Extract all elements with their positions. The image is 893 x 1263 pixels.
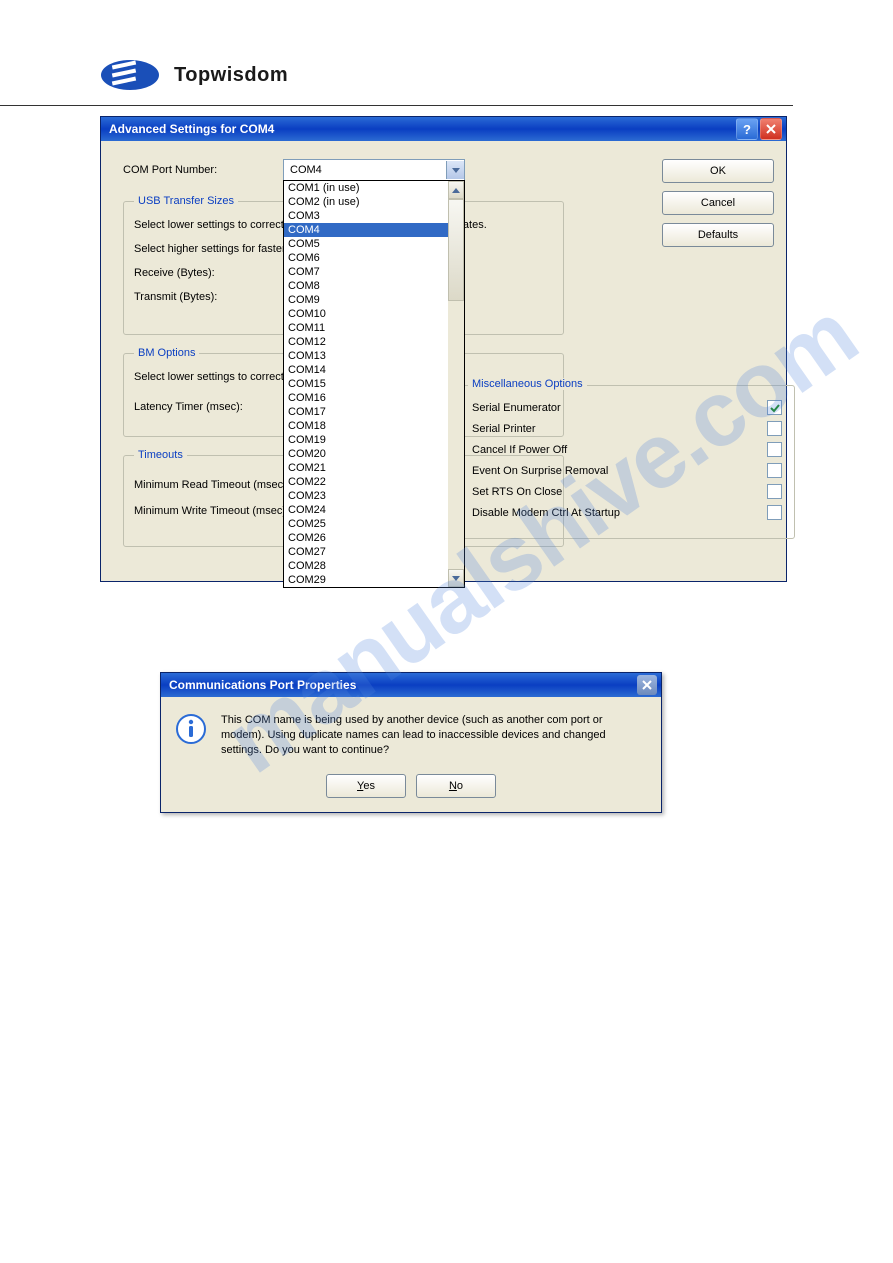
misc-option-label: Cancel If Power Off [472,444,567,456]
misc-legend: Miscellaneous Options [468,378,587,390]
comport-label: COM Port Number: [123,164,283,176]
dropdown-option[interactable]: COM2 (in use) [284,195,448,209]
scroll-up-icon[interactable] [448,181,464,199]
dropdown-option[interactable]: COM15 [284,377,448,391]
dropdown-option[interactable]: COM21 [284,461,448,475]
dropdown-option[interactable]: COM16 [284,391,448,405]
dropdown-option[interactable]: COM18 [284,419,448,433]
advanced-settings-window: Advanced Settings for COM4 ? COM Port Nu… [100,116,787,582]
misc-option-row: Cancel If Power Off [472,442,782,457]
dropdown-option[interactable]: COM23 [284,489,448,503]
dropdown-option[interactable]: COM27 [284,545,448,559]
window-title: Advanced Settings for COM4 [109,122,736,136]
dropdown-option[interactable]: COM22 [284,475,448,489]
comport-dropdown-list[interactable]: COM1 (in use)COM2 (in use)COM3COM4COM5CO… [283,180,465,588]
dropdown-option[interactable]: COM28 [284,559,448,573]
dropdown-option[interactable]: COM17 [284,405,448,419]
close-button[interactable] [637,675,657,695]
dropdown-option[interactable]: COM11 [284,321,448,335]
misc-option-row: Serial Enumerator [472,400,782,415]
help-button[interactable]: ? [736,118,758,140]
misc-option-label: Set RTS On Close [472,486,562,498]
yes-button[interactable]: Yes [326,774,406,798]
chevron-down-icon[interactable] [446,161,464,179]
dropdown-option[interactable]: COM5 [284,237,448,251]
checkbox[interactable] [767,463,782,478]
dropdown-option[interactable]: COM3 [284,209,448,223]
dropdown-option[interactable]: COM7 [284,265,448,279]
checkbox[interactable] [767,421,782,436]
dropdown-option[interactable]: COM26 [284,531,448,545]
cancel-button[interactable]: Cancel [662,191,774,215]
checkbox[interactable] [767,505,782,520]
checkbox[interactable] [767,484,782,499]
dropdown-option[interactable]: COM9 [284,293,448,307]
titlebar: Advanced Settings for COM4 ? [101,117,786,141]
comport-value: COM4 [284,164,446,176]
misc-option-label: Serial Printer [472,423,536,435]
topwisdom-logo-icon [100,55,160,95]
dropdown-option[interactable]: COM13 [284,349,448,363]
dropdown-option[interactable]: COM24 [284,503,448,517]
dropdown-option[interactable]: COM25 [284,517,448,531]
titlebar: Communications Port Properties [161,673,661,697]
dropdown-option[interactable]: COM8 [284,279,448,293]
dropdown-option[interactable]: COM14 [284,363,448,377]
timeouts-legend: Timeouts [134,449,187,461]
com-port-properties-dialog: Communications Port Properties This COM … [160,672,662,813]
scrollbar[interactable] [448,181,464,587]
bm-legend: BM Options [134,347,199,359]
comport-combo[interactable]: COM4 [283,159,465,181]
brand-name: Topwisdom [174,64,288,87]
dropdown-option[interactable]: COM20 [284,447,448,461]
dropdown-option[interactable]: COM4 [284,223,448,237]
defaults-button[interactable]: Defaults [662,223,774,247]
dropdown-option[interactable]: COM1 (in use) [284,181,448,195]
scroll-thumb[interactable] [448,199,464,301]
message-text: This COM name is being used by another d… [221,713,647,758]
misc-option-label: Event On Surprise Removal [472,465,608,477]
checkbox[interactable] [767,400,782,415]
misc-option-row: Disable Modem Ctrl At Startup [472,505,782,520]
window-title: Communications Port Properties [169,678,637,692]
misc-option-row: Set RTS On Close [472,484,782,499]
close-button[interactable] [760,118,782,140]
ok-button[interactable]: OK [662,159,774,183]
checkbox[interactable] [767,442,782,457]
misc-option-label: Disable Modem Ctrl At Startup [472,507,620,519]
info-icon [175,713,207,745]
scroll-down-icon[interactable] [448,569,464,587]
dropdown-option[interactable]: COM6 [284,251,448,265]
misc-option-row: Serial Printer [472,421,782,436]
misc-option-row: Event On Surprise Removal [472,463,782,478]
dropdown-option[interactable]: COM29 [284,573,448,587]
no-button[interactable]: No [416,774,496,798]
misc-options-group: Miscellaneous Options Serial EnumeratorS… [459,385,795,539]
misc-option-label: Serial Enumerator [472,402,561,414]
usb-legend: USB Transfer Sizes [134,195,238,207]
dropdown-option[interactable]: COM19 [284,433,448,447]
page-header: Topwisdom [0,0,793,106]
dropdown-option[interactable]: COM12 [284,335,448,349]
dropdown-option[interactable]: COM10 [284,307,448,321]
